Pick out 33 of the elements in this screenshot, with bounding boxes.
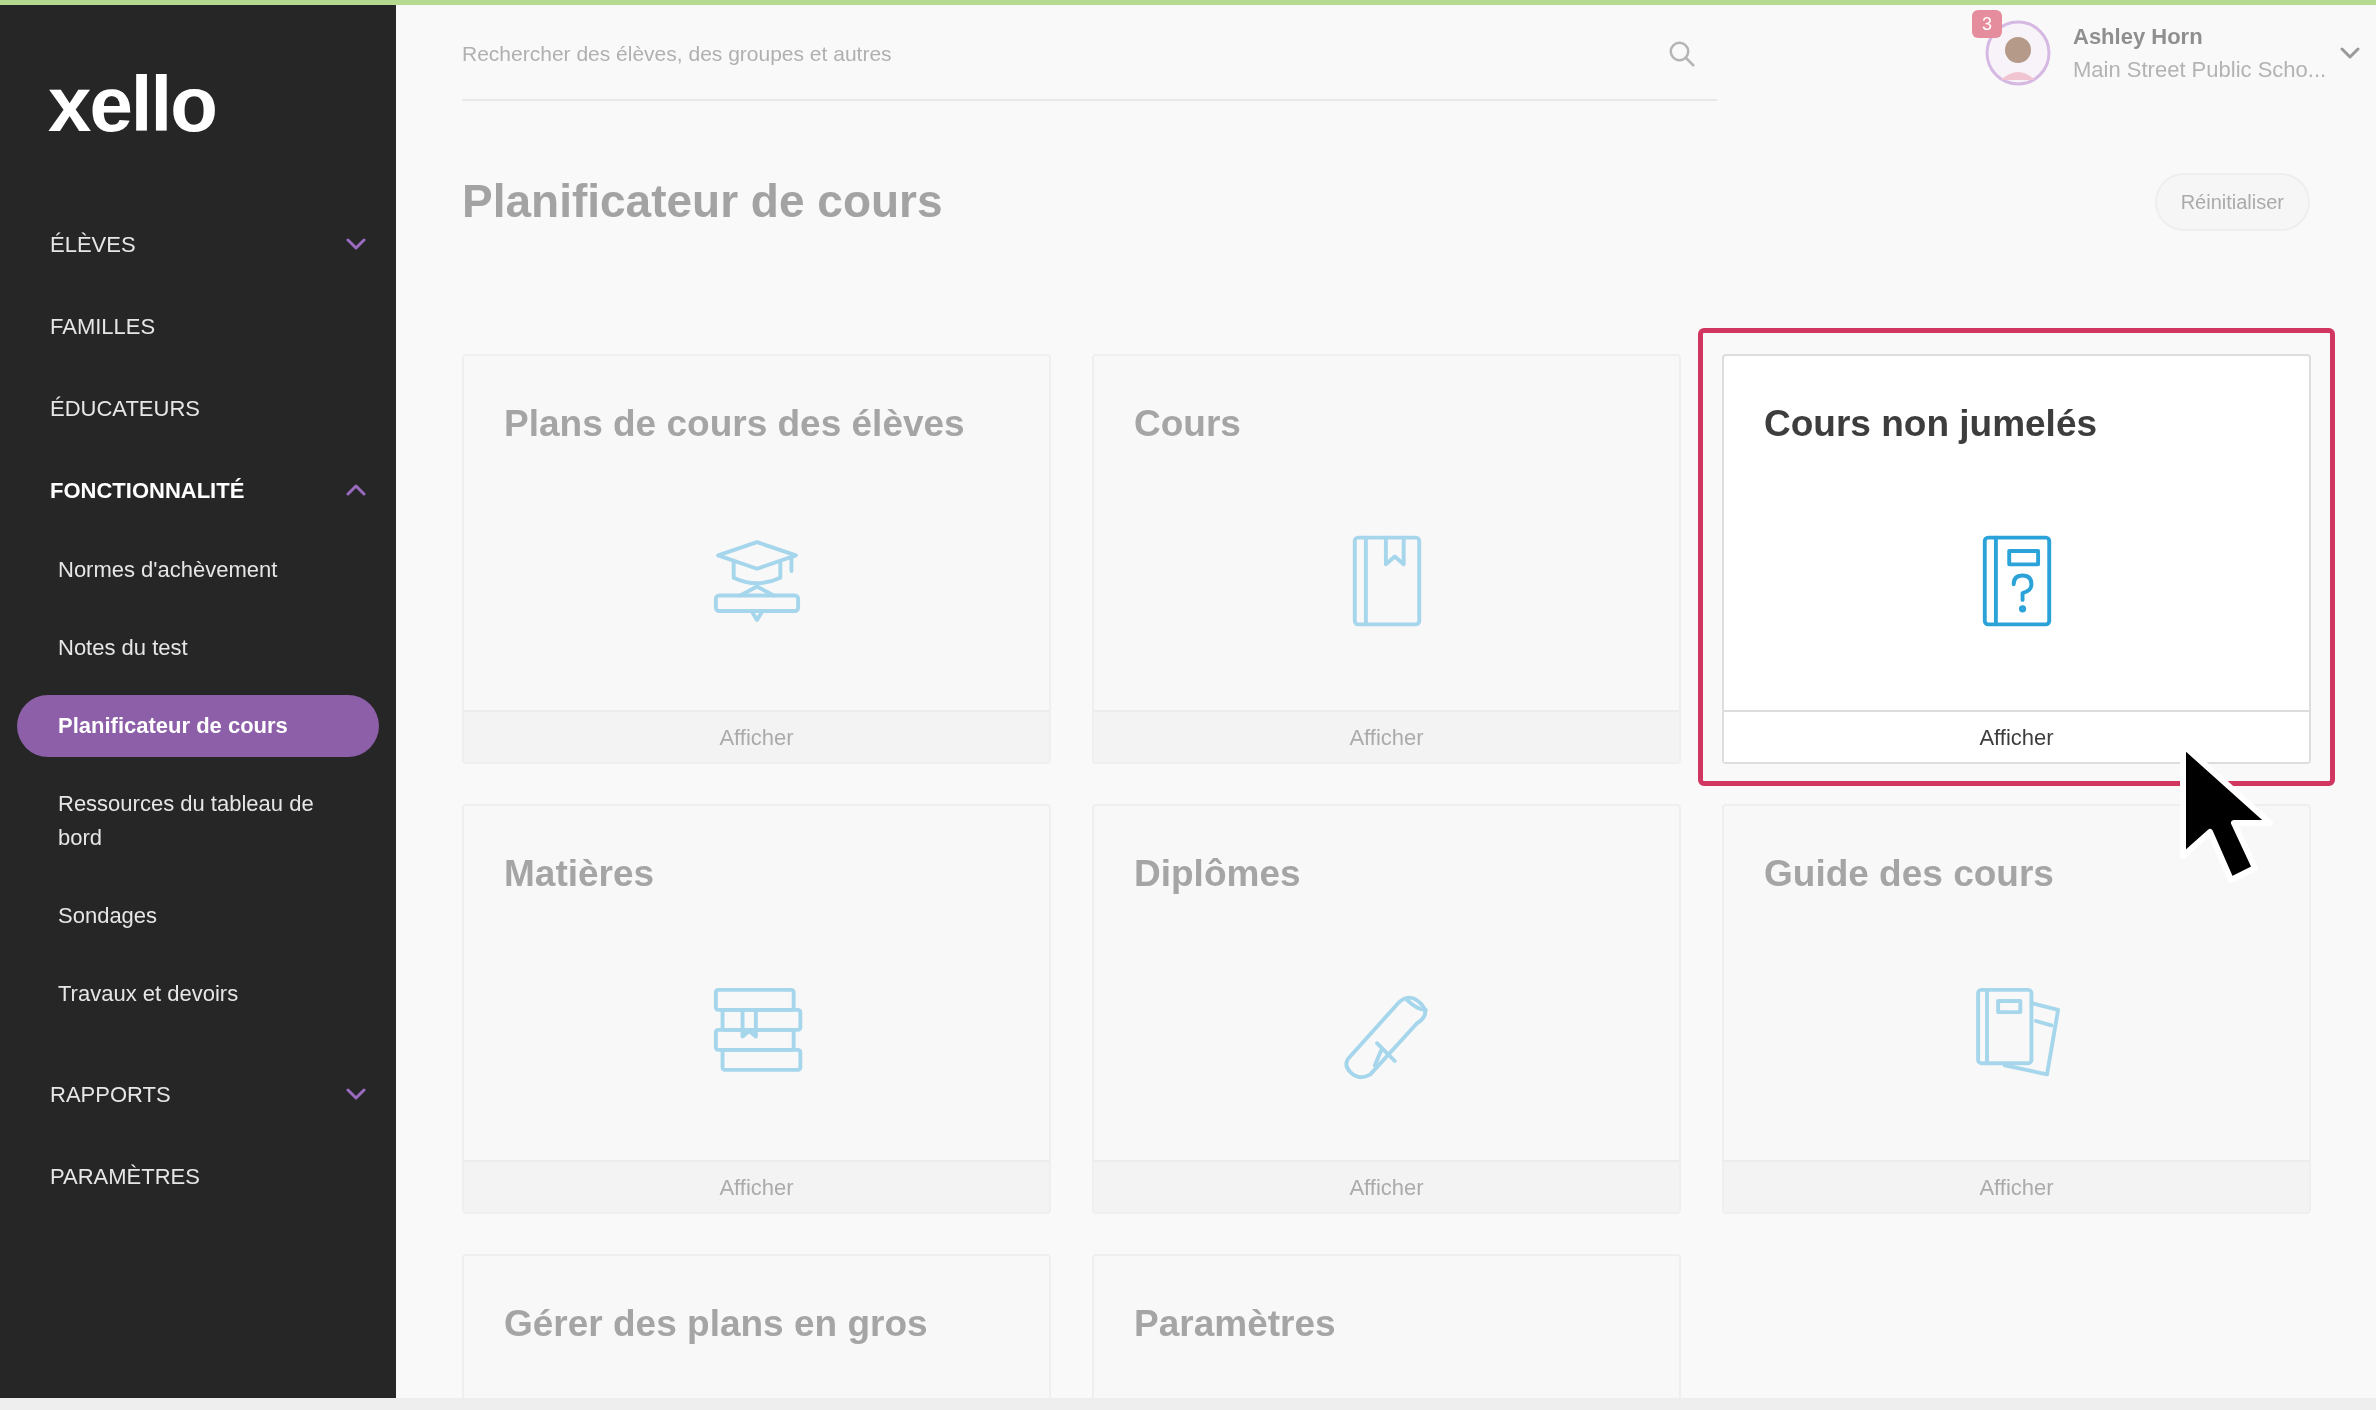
logo: xello: [48, 65, 216, 143]
card-title: Plans de cours des élèves: [504, 402, 965, 446]
user-name: Ashley Horn: [2073, 22, 2204, 50]
card-title: Diplômes: [1134, 852, 1301, 896]
card-title: Guide des cours: [1764, 852, 2054, 896]
nav-subitem[interactable]: Travaux et devoirs: [17, 963, 379, 1025]
nav-subitem[interactable]: Notes du test: [17, 617, 379, 679]
chevron-icon: [346, 1088, 366, 1100]
feature-card[interactable]: Cours non jumelés Afficher: [1722, 354, 2311, 764]
nav-subitem[interactable]: Ressources du tableau de bord: [17, 773, 379, 869]
card-title: Paramètres: [1134, 1302, 1336, 1346]
view-button[interactable]: Afficher: [1724, 710, 2309, 762]
card-title: Cours: [1134, 402, 1241, 446]
search-field[interactable]: Rechercher des élèves, des groupes et autres: [462, 38, 1667, 70]
chevron-icon: [2340, 47, 2360, 59]
card-title: Matières: [504, 852, 655, 896]
nav-item[interactable]: ÉDUCATEURS: [50, 367, 366, 449]
nav-subitem[interactable]: Planificateur de cours: [17, 695, 379, 757]
chevron-icon: [346, 238, 366, 250]
notification-badge: 3: [1972, 10, 2002, 38]
school-name: Main Street Public Scho...: [2073, 56, 2328, 84]
nav-item[interactable]: FAMILLES: [50, 285, 366, 367]
nav-item[interactable]: PARAMÈTRES: [50, 1135, 366, 1217]
search-icon: [1667, 39, 1697, 69]
nav-item[interactable]: RAPPORTS: [50, 1053, 366, 1135]
page-title: Planificateur de cours: [462, 174, 943, 229]
nav-item[interactable]: ÉLÈVES: [50, 203, 366, 285]
nav-subitem[interactable]: Sondages: [17, 885, 379, 947]
chevron-icon: [346, 484, 366, 496]
card-title: Gérer des plans en gros: [504, 1302, 928, 1346]
card-title: Cours non jumelés: [1764, 402, 2098, 446]
nav-subitem[interactable]: Normes d'achèvement: [17, 539, 379, 601]
nav-item[interactable]: FONCTIONNALITÉ: [50, 449, 366, 531]
